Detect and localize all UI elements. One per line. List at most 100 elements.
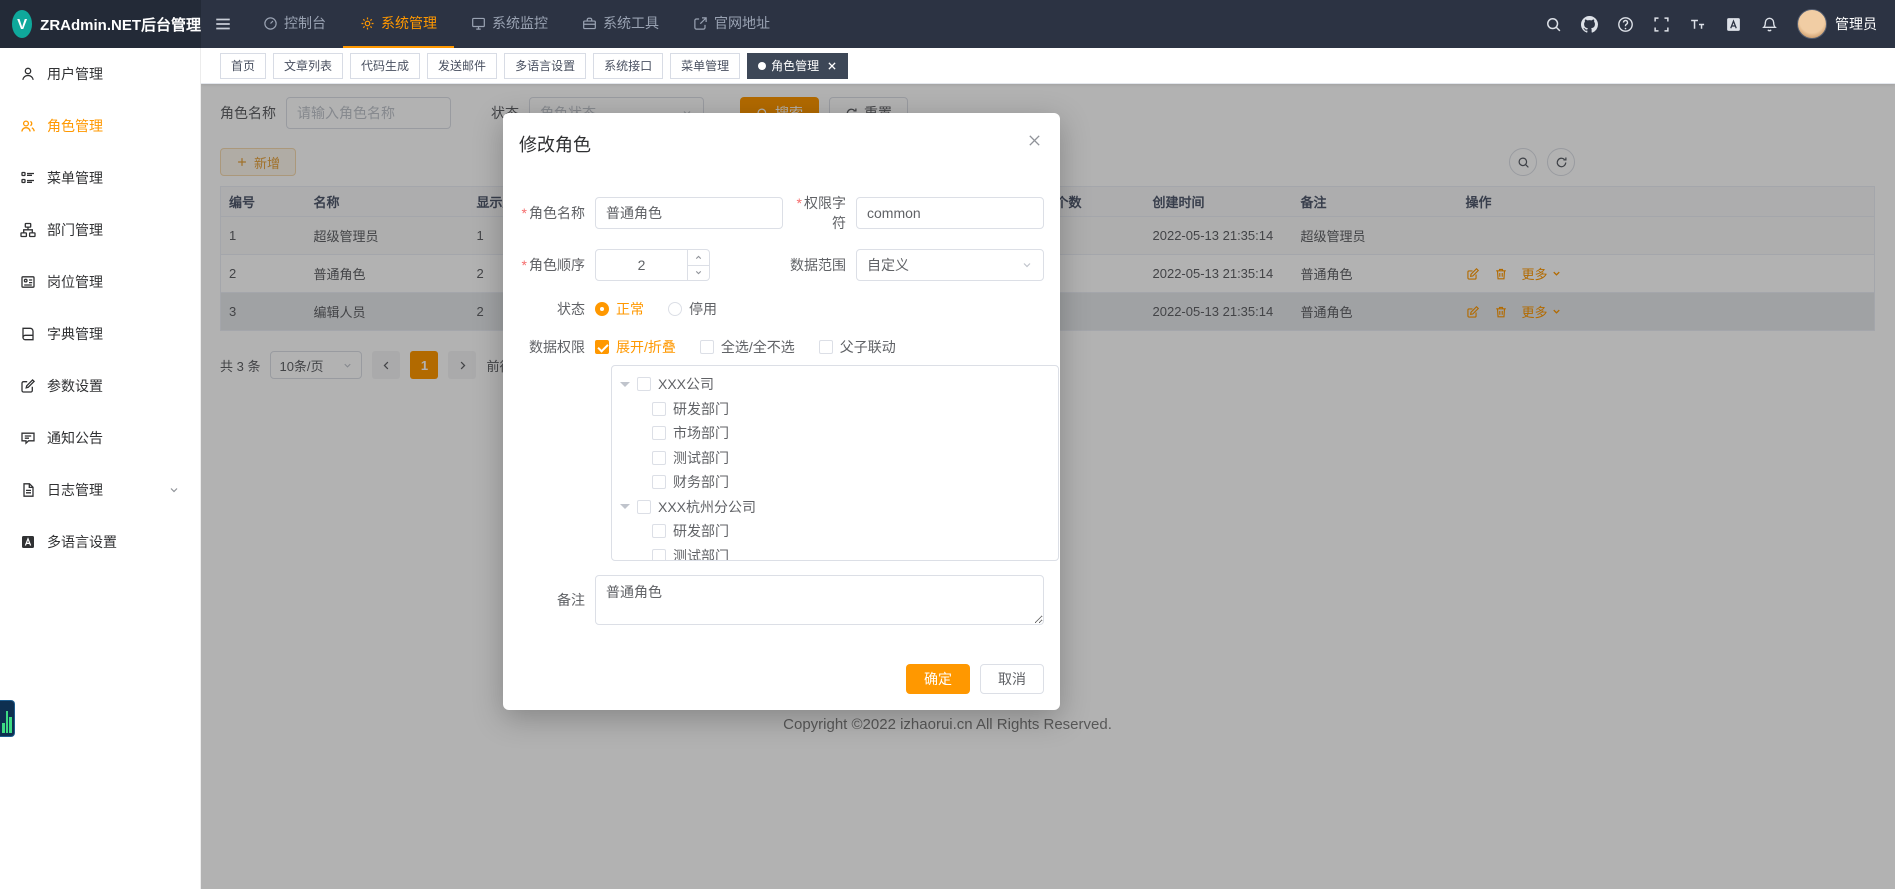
tab-home[interactable]: 首页 [220,53,266,79]
tree-node-dept[interactable]: 市场部门 [612,421,1058,446]
status-field-label: 状态 [519,299,595,319]
nav-item-system-monitor[interactable]: 系统监控 [454,0,565,48]
sidebar-item-posts[interactable]: 岗位管理 [0,256,200,308]
username: 管理员 [1835,14,1877,34]
dialog-close-icon[interactable] [1027,133,1042,148]
sidebar-label: 通知公告 [47,428,103,448]
gear-icon [360,16,375,31]
radio-dot [595,302,609,316]
logo-icon: V [12,10,32,38]
sidebar-item-dictionaries[interactable]: 字典管理 [0,308,200,360]
tree-expand-caret[interactable] [620,504,630,514]
dashboard-icon [263,16,278,31]
checkbox-box[interactable] [637,500,651,514]
radio-status-disabled[interactable]: 停用 [668,299,717,319]
tab-send-mail[interactable]: 发送邮件 [427,53,497,79]
sidebar-label: 角色管理 [47,116,103,136]
close-icon[interactable] [827,61,837,71]
tree-node-dept[interactable]: 研发部门 [612,519,1058,544]
sidebar-item-notices[interactable]: 通知公告 [0,412,200,464]
user-menu[interactable]: 管理员 [1797,9,1877,39]
hamburger-icon[interactable] [214,15,232,33]
checkbox-box[interactable] [652,549,666,561]
checkbox-box[interactable] [652,426,666,440]
sidebar-item-parameters[interactable]: 参数设置 [0,360,200,412]
data-scope-value: 自定义 [867,255,909,275]
tree-node-company-2[interactable]: XXX杭州分公司 [612,495,1058,520]
sidebar-item-users[interactable]: 用户管理 [0,48,200,100]
nav-item-console[interactable]: 控制台 [246,0,343,48]
chevron-down-icon [168,484,180,496]
language-square-icon [20,534,36,550]
checkbox-parent-child[interactable]: 父子联动 [819,337,896,357]
tab-label: 首页 [231,57,255,74]
message-bubble-icon [20,430,36,446]
tree-node-dept[interactable]: 研发部门 [612,397,1058,422]
tree-expand-caret[interactable] [620,382,630,392]
confirm-button[interactable]: 确定 [906,664,970,694]
tab-label: 系统接口 [604,57,652,74]
checkbox-box [819,340,833,354]
tab-label: 发送邮件 [438,57,486,74]
tab-menu-manage[interactable]: 菜单管理 [670,53,740,79]
tab-label: 文章列表 [284,57,332,74]
checkbox-box[interactable] [652,402,666,416]
checkbox-box[interactable] [652,451,666,465]
role-sort-stepper[interactable]: 2 [595,249,710,281]
tree-node-dept[interactable]: 财务部门 [612,470,1058,495]
data-scope-select[interactable]: 自定义 [856,249,1044,281]
help-icon[interactable] [1617,16,1634,33]
checkbox-box[interactable] [652,475,666,489]
sidebar-item-menus[interactable]: 菜单管理 [0,152,200,204]
sidebar-item-logs[interactable]: 日志管理 [0,464,200,516]
tab-languages[interactable]: 多语言设置 [504,53,586,79]
logo[interactable]: V ZRAdmin.NET后台管理 [0,0,201,48]
checkbox-select-all[interactable]: 全选/全不选 [700,337,795,357]
radio-status-normal[interactable]: 正常 [595,299,644,319]
role-name-field-label: *角色名称 [519,203,595,223]
role-name-field[interactable] [595,197,783,229]
top-nav: 控制台 系统管理 系统监控 系统工具 官网地址 [246,0,787,48]
font-size-icon[interactable] [1689,16,1706,33]
edit-pencil-icon [20,378,36,394]
header-actions: 管理员 [1545,9,1895,39]
toolbox-icon [582,16,597,31]
stepper-up-button[interactable] [688,250,709,266]
performance-widget[interactable] [0,700,15,737]
app-title: ZRAdmin.NET后台管理 [40,14,201,35]
nav-item-website[interactable]: 官网地址 [676,0,787,48]
sidebar-item-departments[interactable]: 部门管理 [0,204,200,256]
avatar [1797,9,1827,39]
checkbox-box[interactable] [652,524,666,538]
fullscreen-icon[interactable] [1653,16,1670,33]
checkbox-box [700,340,714,354]
remark-textarea[interactable]: 普通角色 [595,575,1044,625]
tab-system-api[interactable]: 系统接口 [593,53,663,79]
active-dot [758,62,766,70]
tree-node-company-1[interactable]: XXX公司 [612,372,1058,397]
sidebar-label: 日志管理 [47,480,103,500]
stepper-down-button[interactable] [688,266,709,281]
tab-code-gen[interactable]: 代码生成 [350,53,420,79]
github-icon[interactable] [1581,16,1598,33]
sidebar-item-roles[interactable]: 角色管理 [0,100,200,152]
cancel-button[interactable]: 取消 [980,664,1044,694]
sidebar-label: 部门管理 [47,220,103,240]
search-icon[interactable] [1545,16,1562,33]
tree-node-dept[interactable]: 测试部门 [612,446,1058,471]
role-key-field[interactable] [856,197,1044,229]
nav-item-system-manage[interactable]: 系统管理 [343,0,454,48]
tab-role-manage-active[interactable]: 角色管理 [747,53,848,79]
checkbox-box[interactable] [637,377,651,391]
bell-icon[interactable] [1761,16,1778,33]
language-icon[interactable] [1725,16,1742,33]
sidebar-item-languages[interactable]: 多语言设置 [0,516,200,568]
dialog-footer: 确定 取消 [906,664,1044,694]
tab-article-list[interactable]: 文章列表 [273,53,343,79]
nav-item-system-tools[interactable]: 系统工具 [565,0,676,48]
dialog-body: *角色名称 *权限字符 *角色顺序 2 数据范围 自定义 [519,193,1044,625]
tree-node-dept[interactable]: 测试部门 [612,544,1058,562]
sidebar-label: 岗位管理 [47,272,103,292]
external-link-icon [693,16,708,31]
checkbox-expand-collapse[interactable]: 展开/折叠 [595,337,676,357]
